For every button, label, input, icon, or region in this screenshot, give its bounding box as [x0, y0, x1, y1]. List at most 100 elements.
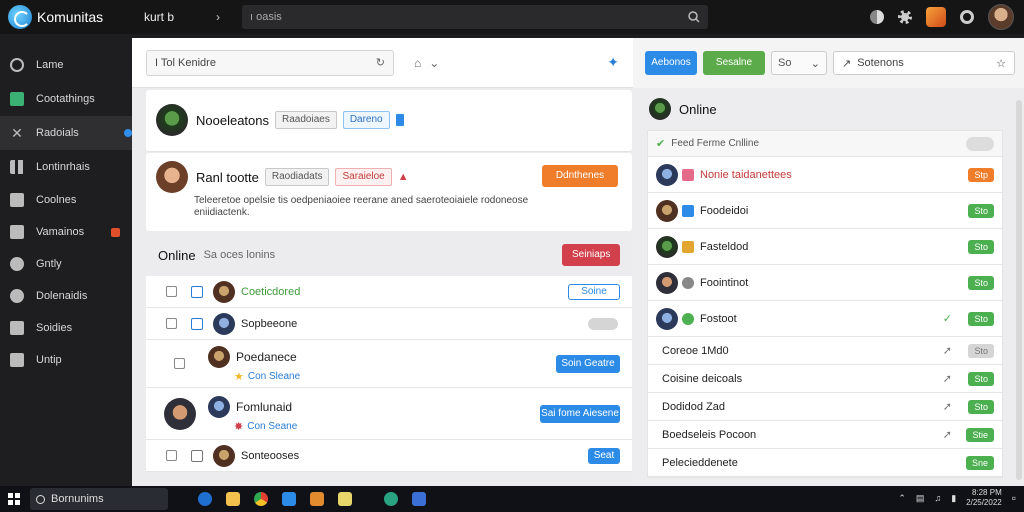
avatar[interactable]	[213, 312, 235, 335]
toggle-icon[interactable]	[966, 136, 994, 151]
user-avatar[interactable]	[988, 4, 1014, 30]
table-row[interactable]: Fostoot ✓ Sto	[648, 301, 1002, 337]
avatar[interactable]	[213, 444, 235, 467]
list-item[interactable]: Poedanece ★ Con Sleane Soin Geatre	[146, 340, 632, 388]
sidebar-item-radials[interactable]: ✕ Radoials	[0, 116, 132, 150]
avatar[interactable]	[656, 235, 678, 258]
table-row[interactable]: Dodidod Zad ➚ Sto	[648, 393, 1002, 421]
member-status-pill[interactable]: Sto	[968, 311, 994, 326]
select-checkbox[interactable]	[174, 358, 185, 369]
extension-icon[interactable]	[926, 7, 946, 27]
sidebar-item-studies[interactable]: Soidies	[0, 312, 132, 344]
search-icon[interactable]	[688, 11, 700, 23]
table-row[interactable]: Foodeidoi Sto	[648, 193, 1002, 229]
chevron-down-icon[interactable]: ⌄	[429, 56, 439, 70]
member-action-button[interactable]: Soin Geatre	[556, 354, 620, 373]
chevron-up-icon[interactable]: ⌃	[898, 493, 906, 504]
feed-search-input[interactable]: I Tol Kenidre ↻	[146, 49, 394, 76]
bookmark-icon[interactable]	[395, 114, 404, 126]
primary-button[interactable]: Aebonos	[645, 51, 697, 75]
app-icon[interactable]	[412, 492, 426, 506]
post-author[interactable]: Ranl tootte	[196, 170, 259, 185]
select-checkbox[interactable]	[166, 286, 177, 297]
member-status-pill[interactable]: Sto	[968, 371, 994, 386]
windows-start-icon[interactable]	[8, 493, 20, 505]
sidebar-item-communities[interactable]: Cootathings	[0, 82, 132, 116]
member-name[interactable]: Sopbeeone	[241, 318, 297, 330]
taskbar-search[interactable]: Bornunims	[30, 488, 168, 510]
network-icon[interactable]: ▤	[916, 493, 925, 504]
members-search-input[interactable]: ↗ Sotenons ☆	[833, 51, 1015, 75]
secondary-button[interactable]: Sesalne	[703, 51, 765, 75]
member-name[interactable]: Boedseleis Pocoon	[662, 429, 756, 441]
globe-icon[interactable]	[384, 492, 398, 506]
sidebar-item-gntly[interactable]: Gntly	[0, 248, 132, 280]
avatar[interactable]	[656, 199, 678, 222]
member-name[interactable]: Fasteldod	[700, 241, 748, 253]
list-item[interactable]: Fomlunaid ✸ Con Seane Sai fome Aiesene	[146, 388, 632, 440]
post-card[interactable]: Ranl tootte Raodiadats Saraieloe ▲ Ddnth…	[146, 153, 632, 231]
member-status-pill[interactable]: Sto	[968, 275, 994, 290]
table-row[interactable]: Foointinot Sto	[648, 265, 1002, 301]
table-row[interactable]: Nonie taidanettees Stp	[648, 157, 1002, 193]
member-status-pill[interactable]: Sto	[968, 239, 994, 254]
home-icon[interactable]: ⌂	[414, 56, 421, 70]
avatar[interactable]	[208, 346, 230, 368]
battery-icon[interactable]: ▮	[951, 493, 956, 504]
chevron-right-icon[interactable]: ›	[216, 10, 234, 24]
member-status-pill[interactable]: Sto	[968, 343, 994, 358]
sidebar-item-courses[interactable]: Coolnes	[0, 184, 132, 216]
member-name[interactable]: Coreoe 1Md0	[662, 345, 729, 357]
notes-icon[interactable]	[338, 492, 352, 506]
member-name[interactable]: Coeticdored	[241, 286, 300, 298]
breadcrumb[interactable]: kurt b	[144, 10, 216, 24]
brand[interactable]: Komunitas	[0, 5, 132, 29]
member-name[interactable]: Nonie taidanettees	[700, 169, 792, 181]
post-tag[interactable]: Dareno	[342, 111, 390, 129]
store-icon[interactable]	[282, 492, 296, 506]
global-search-input[interactable]: ı oasis	[242, 5, 708, 29]
pin-icon[interactable]: ✦	[607, 54, 619, 71]
sidebar-item-lists[interactable]: Lontinrhais	[0, 150, 132, 184]
member-name[interactable]: Coisine deicoals	[662, 373, 742, 385]
member-name[interactable]: Poedanece	[236, 350, 297, 364]
send-icon[interactable]: ➚	[943, 344, 952, 357]
theme-toggle-icon[interactable]	[870, 10, 884, 24]
avatar[interactable]	[656, 163, 678, 186]
filter-select[interactable]: So ⌄	[771, 51, 827, 75]
member-status-pill[interactable]: Sne	[965, 455, 994, 470]
online-action-button[interactable]: Seiniaps	[562, 244, 620, 266]
avatar[interactable]	[164, 398, 196, 430]
sidebar-item-details[interactable]: Dolenaidis	[0, 280, 132, 312]
member-status-pill[interactable]: Stp	[968, 167, 994, 182]
notifications-icon[interactable]	[960, 10, 974, 24]
edge-icon[interactable]	[198, 492, 212, 506]
member-name[interactable]: Pelecieddenete	[662, 457, 738, 469]
member-action-button[interactable]: Sai fome Aiesene	[540, 404, 620, 423]
avatar[interactable]	[656, 271, 678, 294]
avatar[interactable]	[656, 307, 678, 330]
post-author[interactable]: Nooeleatons	[196, 113, 269, 128]
list-item[interactable]: Sopbeeone	[146, 308, 632, 340]
member-name[interactable]: Fomlunaid	[236, 400, 292, 414]
table-row[interactable]: Fasteldod Sto	[648, 229, 1002, 265]
table-row[interactable]: Coisine deicoals ➚ Sto	[648, 365, 1002, 393]
member-action-button[interactable]: Soine	[568, 283, 620, 300]
follow-button[interactable]: Ddnthenes	[542, 165, 618, 187]
member-status-pill[interactable]: Sto	[968, 203, 994, 218]
send-icon[interactable]: ➚	[943, 372, 952, 385]
table-row[interactable]: Pelecieddenete Sne	[648, 449, 1002, 477]
folder-icon[interactable]	[310, 492, 324, 506]
avatar[interactable]	[213, 280, 235, 303]
avatar[interactable]	[156, 161, 188, 193]
table-row[interactable]: Coreoe 1Md0 ➚ Sto	[648, 337, 1002, 365]
select-checkbox[interactable]	[166, 318, 177, 329]
clock[interactable]: 8:28 PM 2/25/2022	[966, 488, 1002, 508]
chrome-icon[interactable]	[254, 492, 268, 506]
member-action-button[interactable]: Seat	[588, 447, 620, 464]
list-item[interactable]: Sonteooses Seat	[146, 440, 632, 472]
notification-center-icon[interactable]: ▫	[1012, 491, 1016, 505]
sidebar-item-untip[interactable]: Untip	[0, 344, 132, 376]
avatar[interactable]	[208, 396, 230, 418]
member-name[interactable]: Dodidod Zad	[662, 401, 725, 413]
